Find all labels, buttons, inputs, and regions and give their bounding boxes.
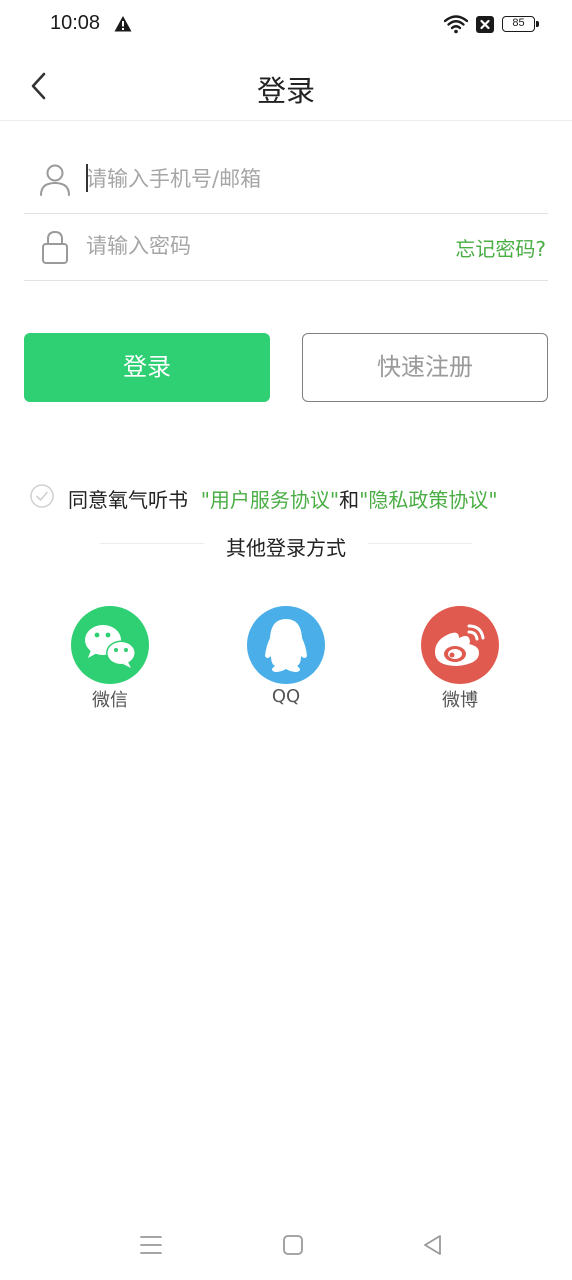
divider-line-right	[368, 543, 472, 544]
battery-icon: 85	[502, 16, 540, 34]
login-button[interactable]: 登录	[24, 333, 270, 402]
wifi-icon	[444, 15, 468, 34]
status-time: 10:08	[50, 12, 101, 34]
battery-level: 85	[502, 16, 535, 32]
other-login-title: 其他登录方式	[226, 536, 346, 560]
account-input[interactable]	[86, 160, 416, 198]
back-triangle-icon[interactable]	[420, 1232, 446, 1258]
agreement-and: 和	[339, 488, 360, 512]
text-caret	[86, 164, 88, 192]
agree-checkbox[interactable]	[30, 484, 54, 508]
agreement-row: 同意氧气听书 "用户服务协议"和"隐私政策协议"	[30, 482, 550, 514]
wechat-label: 微信	[92, 690, 128, 711]
account-field-row	[24, 146, 548, 214]
agreement-text: 同意氧气听书 "用户服务协议"和"隐私政策协议"	[68, 484, 498, 513]
user-icon	[40, 164, 70, 196]
battery-nub	[536, 21, 539, 27]
quick-register-button[interactable]: 快速注册	[302, 333, 548, 402]
warning-icon	[114, 16, 132, 32]
privacy-policy-link[interactable]: "隐私政策协议"	[359, 488, 497, 512]
home-square-icon[interactable]	[280, 1232, 306, 1258]
menu-icon[interactable]	[138, 1232, 164, 1258]
qq-label: QQ	[271, 686, 301, 707]
wechat-icon	[71, 606, 149, 684]
header: 登录	[0, 52, 572, 121]
user-agreement-link[interactable]: "用户服务协议"	[201, 488, 339, 512]
system-nav-bar	[0, 1220, 572, 1270]
password-field-row: 忘记密码?	[24, 213, 548, 281]
password-input[interactable]	[86, 227, 416, 265]
wechat-login-button[interactable]: 微信	[60, 606, 160, 712]
qq-icon	[247, 606, 325, 684]
lock-icon	[42, 230, 68, 264]
x-box-icon	[476, 16, 494, 33]
other-login-divider: 其他登录方式	[0, 530, 572, 560]
agreement-prefix: 同意氧气听书	[68, 488, 188, 512]
weibo-label: 微博	[442, 690, 478, 711]
login-screen: 10:08 85 登录 请输入手机号/邮箱 忘记密码? 登录 快速注册 同意氧气…	[0, 0, 572, 1280]
weibo-icon	[421, 606, 499, 684]
page-title: 登录	[256, 74, 315, 108]
qq-login-button[interactable]: QQ	[236, 606, 336, 707]
status-bar: 10:08 85	[0, 0, 572, 52]
forgot-password-link[interactable]: 忘记密码?	[455, 233, 546, 262]
weibo-login-button[interactable]: 微博	[410, 606, 510, 712]
